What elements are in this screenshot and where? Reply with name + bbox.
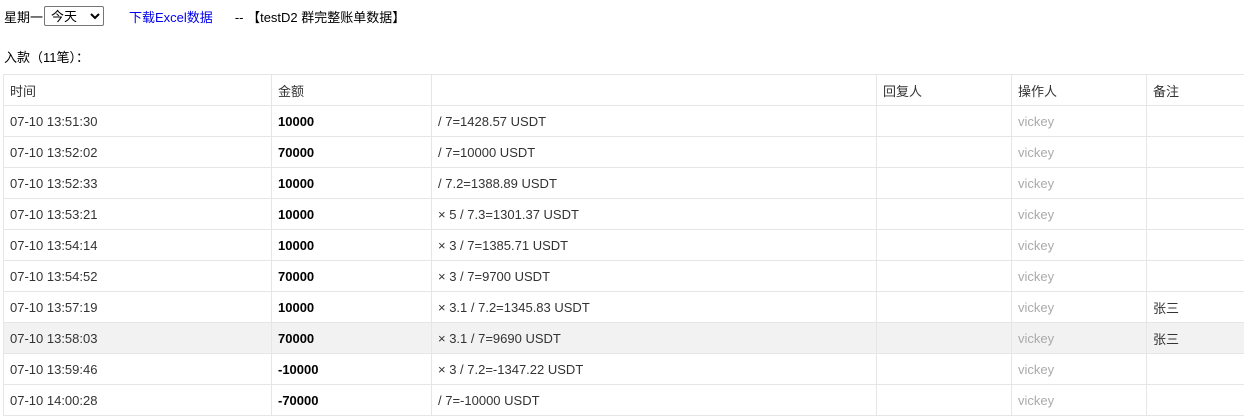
download-excel-link[interactable]: 下载Excel数据 xyxy=(129,7,213,26)
cell-formula: × 3 / 7=1385.71 USDT xyxy=(431,229,877,261)
cell-replier xyxy=(876,198,1012,230)
cell-time: 07-10 14:00:28 xyxy=(3,384,272,416)
cell-note xyxy=(1146,260,1244,292)
table-row-highlighted: 07-10 13:58:03 70000 × 3.1 / 7=9690 USDT… xyxy=(3,322,1244,354)
cell-amount: -10000 xyxy=(271,353,432,385)
cell-note xyxy=(1146,105,1244,137)
cell-time: 07-10 13:57:19 xyxy=(3,291,272,323)
header-replier: 回复人 xyxy=(876,74,1012,106)
cell-operator: vickey xyxy=(1011,384,1147,416)
table-row: 07-10 13:54:52 70000 × 3 / 7=9700 USDT v… xyxy=(3,260,1244,292)
cell-time: 07-10 13:51:30 xyxy=(3,105,272,137)
cell-amount: 10000 xyxy=(271,291,432,323)
table-row: 07-10 13:54:14 10000 × 3 / 7=1385.71 USD… xyxy=(3,229,1244,261)
cell-operator: vickey xyxy=(1011,260,1147,292)
cell-formula: / 7=10000 USDT xyxy=(431,136,877,168)
cell-formula: / 7=1428.57 USDT xyxy=(431,105,877,137)
cell-formula: × 3.1 / 7=9690 USDT xyxy=(431,322,877,354)
table-row: 07-10 13:51:30 10000 / 7=1428.57 USDT vi… xyxy=(3,105,1244,137)
cell-time: 07-10 13:54:52 xyxy=(3,260,272,292)
deposit-section-title: 入款（11笔）： xyxy=(4,50,89,65)
cell-note: 张三 xyxy=(1146,322,1244,354)
cell-replier xyxy=(876,291,1012,323)
period-select[interactable]: 今天 xyxy=(44,6,105,26)
cell-note: 张三 xyxy=(1146,291,1244,323)
cell-operator: vickey xyxy=(1011,322,1147,354)
cell-operator: vickey xyxy=(1011,198,1147,230)
table-row: 07-10 13:52:33 10000 / 7.2=1388.89 USDT … xyxy=(3,167,1244,199)
table-row: 07-10 13:53:21 10000 × 5 / 7.3=1301.37 U… xyxy=(3,198,1244,230)
group-title: -- 【testD2 群完整账单数据】 xyxy=(234,9,406,25)
cell-note xyxy=(1146,167,1244,199)
cell-formula: / 7=-10000 USDT xyxy=(431,384,877,416)
cell-formula: × 3 / 7=9700 USDT xyxy=(431,260,877,292)
cell-formula: / 7.2=1388.89 USDT xyxy=(431,167,877,199)
cell-formula: × 5 / 7.3=1301.37 USDT xyxy=(431,198,877,230)
cell-replier xyxy=(876,105,1012,137)
cell-amount: 10000 xyxy=(271,198,432,230)
cell-time: 07-10 13:52:02 xyxy=(3,136,272,168)
cell-operator: vickey xyxy=(1011,105,1147,137)
header-time: 时间 xyxy=(3,74,272,106)
cell-replier xyxy=(876,229,1012,261)
toolbar: 星期一 今天 下载Excel数据 -- 【testD2 群完整账单数据】 xyxy=(4,5,405,27)
header-formula xyxy=(431,74,877,106)
weekday-label: 星期一 xyxy=(4,9,44,25)
cell-replier xyxy=(876,260,1012,292)
cell-formula: × 3 / 7.2=-1347.22 USDT xyxy=(431,353,877,385)
table-row: 07-10 13:57:19 10000 × 3.1 / 7.2=1345.83… xyxy=(3,291,1244,323)
cell-note xyxy=(1146,136,1244,168)
cell-amount: 70000 xyxy=(271,322,432,354)
cell-note xyxy=(1146,353,1244,385)
cell-replier xyxy=(876,136,1012,168)
cell-note xyxy=(1146,384,1244,416)
deposit-table-wrapper: 时间 金额 回复人 操作人 备注 07-10 13:51:30 10000 / … xyxy=(3,74,1244,416)
cell-operator: vickey xyxy=(1011,291,1147,323)
deposit-table: 时间 金额 回复人 操作人 备注 07-10 13:51:30 10000 / … xyxy=(3,74,1244,416)
cell-time: 07-10 13:59:46 xyxy=(3,353,272,385)
cell-operator: vickey xyxy=(1011,167,1147,199)
cell-note xyxy=(1146,198,1244,230)
cell-note xyxy=(1146,229,1244,261)
table-row: 07-10 13:52:02 70000 / 7=10000 USDT vick… xyxy=(3,136,1244,168)
cell-replier xyxy=(876,167,1012,199)
cell-amount: 10000 xyxy=(271,167,432,199)
cell-replier xyxy=(876,353,1012,385)
cell-time: 07-10 13:58:03 xyxy=(3,322,272,354)
header-note: 备注 xyxy=(1146,74,1244,106)
cell-formula: × 3.1 / 7.2=1345.83 USDT xyxy=(431,291,877,323)
cell-replier xyxy=(876,384,1012,416)
cell-amount: -70000 xyxy=(271,384,432,416)
cell-time: 07-10 13:52:33 xyxy=(3,167,272,199)
header-amount: 金额 xyxy=(271,74,432,106)
cell-amount: 10000 xyxy=(271,229,432,261)
cell-amount: 70000 xyxy=(271,260,432,292)
cell-amount: 70000 xyxy=(271,136,432,168)
cell-time: 07-10 13:54:14 xyxy=(3,229,272,261)
table-row: 07-10 14:00:28 -70000 / 7=-10000 USDT vi… xyxy=(3,384,1244,416)
table-header-row: 时间 金额 回复人 操作人 备注 xyxy=(3,74,1244,106)
cell-replier xyxy=(876,322,1012,354)
cell-operator: vickey xyxy=(1011,136,1147,168)
cell-operator: vickey xyxy=(1011,229,1147,261)
header-operator: 操作人 xyxy=(1011,74,1147,106)
cell-amount: 10000 xyxy=(271,105,432,137)
table-row: 07-10 13:59:46 -10000 × 3 / 7.2=-1347.22… xyxy=(3,353,1244,385)
cell-time: 07-10 13:53:21 xyxy=(3,198,272,230)
cell-operator: vickey xyxy=(1011,353,1147,385)
